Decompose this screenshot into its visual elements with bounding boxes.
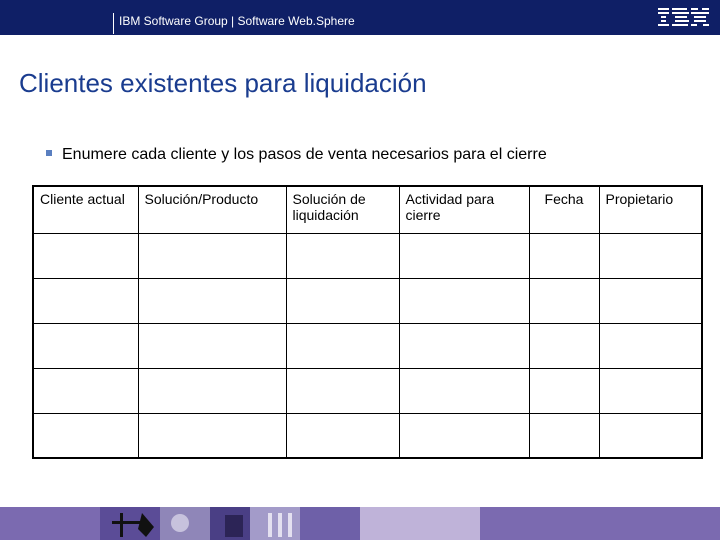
- table-cell: [285, 412, 400, 459]
- column-header-cliente: Cliente actual: [32, 185, 139, 234]
- table-row: [32, 232, 703, 279]
- header-divider: [113, 13, 114, 34]
- table-cell: [32, 232, 139, 279]
- table-cell: [137, 367, 287, 414]
- table-cell: [137, 277, 287, 324]
- table-row: [32, 412, 703, 459]
- table-cell: [398, 412, 530, 459]
- bullet-text: Enumere cada cliente y los pasos de vent…: [62, 146, 547, 163]
- table-cell: [598, 277, 703, 324]
- column-header-fecha: Fecha: [528, 185, 600, 234]
- table-cell: [32, 412, 139, 459]
- table-cell: [528, 277, 600, 324]
- table-cell: [285, 367, 400, 414]
- footer-collage-image: [100, 507, 360, 540]
- table-cell: [598, 367, 703, 414]
- table-cell: [285, 322, 400, 369]
- table-cell: [598, 322, 703, 369]
- bullet-square-icon: [46, 149, 52, 156]
- footer-highlight: [360, 507, 480, 540]
- bullet-item: Enumere cada cliente y los pasos de vent…: [46, 146, 547, 164]
- table-cell: [398, 232, 530, 279]
- column-header-propietario: Propietario: [598, 185, 703, 234]
- table-cell: [32, 277, 139, 324]
- table-cell: [528, 412, 600, 459]
- table-cell: [32, 367, 139, 414]
- table-cell: [137, 232, 287, 279]
- header-bar: [0, 0, 720, 35]
- ibm-logo-icon: [658, 8, 709, 26]
- table-cell: [528, 232, 600, 279]
- page-title: Clientes existentes para liquidación: [19, 68, 427, 98]
- table-row: [32, 367, 703, 414]
- column-header-solucion-producto: Solución/Producto: [137, 185, 287, 234]
- client-table: Cliente actual Solución/Producto Solució…: [32, 185, 703, 459]
- column-header-actividad: Actividad para cierre: [398, 185, 530, 234]
- table-row: [32, 277, 703, 324]
- table-cell: [528, 322, 600, 369]
- column-header-solucion-liquidacion: Solución de liquidación: [285, 185, 400, 234]
- table-cell: [137, 322, 287, 369]
- table-cell: [598, 412, 703, 459]
- table-cell: [398, 277, 530, 324]
- table-cell: [285, 232, 400, 279]
- table-cell: [398, 322, 530, 369]
- table-cell: [285, 277, 400, 324]
- table-header-row: Cliente actual Solución/Producto Solució…: [32, 185, 703, 234]
- table-row: [32, 322, 703, 369]
- table-cell: [398, 367, 530, 414]
- table-cell: [528, 367, 600, 414]
- table-cell: [137, 412, 287, 459]
- table-cell: [32, 322, 139, 369]
- header-title: IBM Software Group | Software Web.Sphere: [119, 14, 355, 28]
- table-cell: [598, 232, 703, 279]
